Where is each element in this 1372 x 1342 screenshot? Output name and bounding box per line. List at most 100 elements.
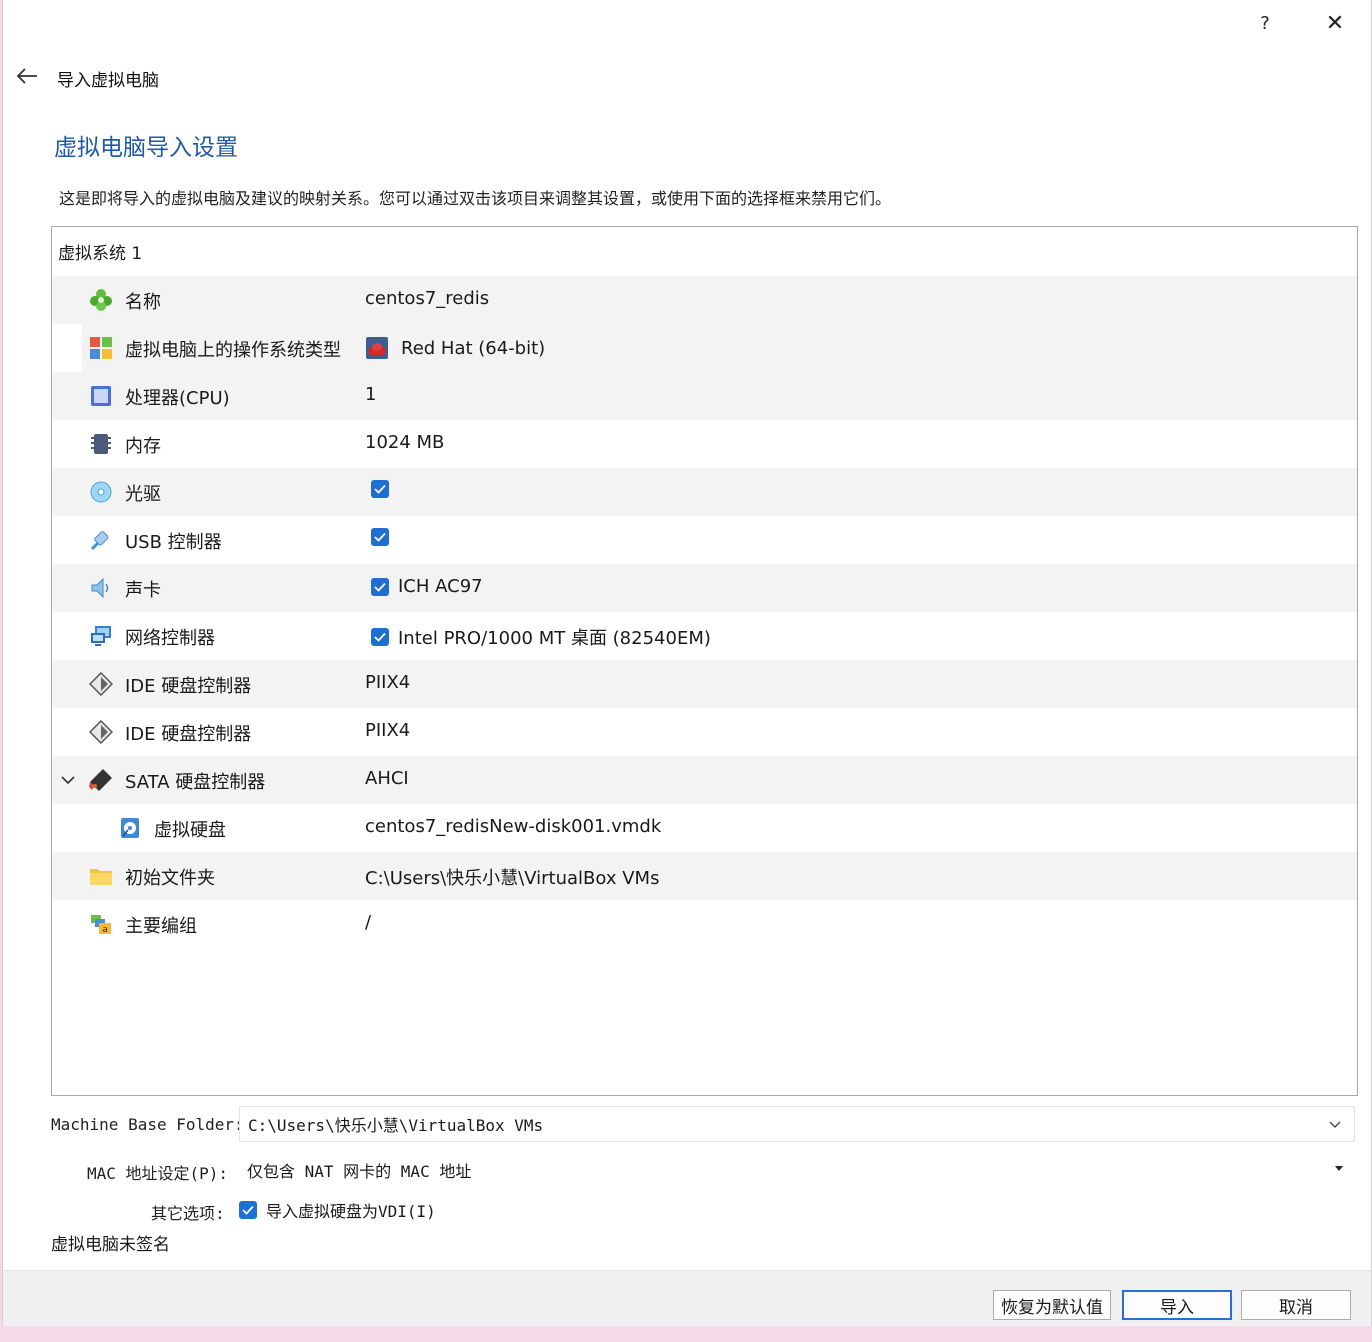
os-type-value: Red Hat (64-bit): [401, 337, 546, 359]
optical-drive-checkbox[interactable]: [371, 480, 389, 498]
virtual-disk-icon: [121, 818, 139, 838]
folder-icon: [90, 869, 112, 885]
tree-row-primary-group[interactable]: a 主要编组 /: [52, 900, 1357, 948]
tree-row-label: 名称: [125, 292, 161, 313]
back-arrow-icon: [16, 68, 37, 84]
tree-row-label: IDE 硬盘控制器: [125, 724, 252, 745]
unsigned-notice: 虚拟电脑未签名: [51, 1235, 170, 1255]
tree-row-label: 网络控制器: [125, 628, 215, 649]
tree-row-ide-controller[interactable]: IDE 硬盘控制器 PIIX4: [52, 708, 1357, 756]
sound-value: ICH AC97: [398, 576, 483, 597]
other-options-label: 其它选项:: [151, 1204, 225, 1223]
base-folder-combobox[interactable]: C:\Users\快乐小慧\VirtualBox VMs: [239, 1106, 1355, 1142]
tree-row-value: 1024 MB: [365, 432, 444, 453]
import-appliance-window: ? ✕ 导入虚拟电脑 虚拟电脑导入设置 这是即将导入的虚拟电脑及建议的映射关系。…: [2, 0, 1372, 1326]
close-button[interactable]: ✕: [1313, 6, 1357, 40]
button-bar: 恢复为默认值 导入 取消: [3, 1270, 1371, 1326]
import-as-vdi-label[interactable]: 导入虚拟硬盘为VDI(I): [266, 1198, 436, 1222]
tree-row-base-folder[interactable]: 初始文件夹 C:\Users\快乐小慧\VirtualBox VMs: [52, 852, 1357, 900]
dropdown-triangle-icon: [1335, 1166, 1343, 1171]
tree-row-label: 虚拟电脑上的操作系统类型: [125, 340, 341, 361]
tree-row-optical-drive[interactable]: 光驱: [52, 468, 1357, 516]
group-icon: a: [91, 915, 111, 935]
chevron-down-icon[interactable]: [60, 770, 76, 790]
tree-row-sound[interactable]: 声卡 ICH AC97: [52, 564, 1357, 612]
base-folder-value: C:\Users\快乐小慧\VirtualBox VMs: [248, 1116, 544, 1135]
close-icon: ✕: [1325, 10, 1345, 36]
tree-row-value: [371, 528, 398, 546]
cancel-button[interactable]: 取消: [1241, 1290, 1351, 1320]
network-value: Intel PRO/1000 MT 桌面 (82540EM): [398, 628, 711, 649]
appliance-settings-tree[interactable]: 虚拟系统 1 名称 centos7_redis 虚拟电脑上的操作系统类型 Red…: [51, 226, 1358, 1096]
tree-row-virtual-disk[interactable]: 虚拟硬盘 centos7_redisNew-disk001.vmdk: [52, 804, 1357, 852]
usb-checkbox[interactable]: [371, 528, 389, 546]
tree-row-value: C:\Users\快乐小慧\VirtualBox VMs: [365, 864, 659, 890]
tree-row-sata-controller[interactable]: SATA 硬盘控制器 AHCI: [52, 756, 1357, 804]
name-icon: [90, 289, 112, 311]
network-icon: [91, 626, 111, 646]
sound-icon: [91, 577, 109, 599]
page-heading: 虚拟电脑导入设置: [54, 135, 238, 161]
tree-row-value: PIIX4: [365, 672, 410, 693]
mac-policy-label: MAC 地址设定(P):: [87, 1164, 229, 1183]
tree-row-ide-controller[interactable]: IDE 硬盘控制器 PIIX4: [52, 660, 1357, 708]
name-value: centos7_redis: [365, 288, 490, 309]
tree-row-label: SATA 硬盘控制器: [125, 772, 266, 793]
tree-row-value: 1: [365, 384, 376, 405]
tree-row-label: 处理器(CPU): [125, 388, 230, 409]
help-icon: ?: [1260, 12, 1270, 34]
tree-row-label: 光驱: [125, 484, 161, 505]
mac-policy-combobox[interactable]: 仅包含 NAT 网卡的 MAC 地址: [239, 1152, 1355, 1188]
tree-row-network[interactable]: 网络控制器 Intel PRO/1000 MT 桌面 (82540EM): [52, 612, 1357, 660]
help-button[interactable]: ?: [1243, 6, 1287, 40]
memory-value: 1024 MB: [365, 432, 445, 453]
tree-row-value: /: [365, 912, 371, 933]
tree-row-memory[interactable]: 内存 1024 MB: [52, 420, 1357, 468]
tree-row-value: AHCI: [365, 768, 409, 789]
tree-root-label[interactable]: 虚拟系统 1: [58, 239, 142, 264]
ide-value: PIIX4: [365, 720, 411, 741]
cpu-icon: [91, 386, 111, 406]
red-hat-icon: [366, 337, 388, 359]
wizard-title: 导入虚拟电脑: [57, 71, 159, 91]
sata-controller-icon: [89, 769, 112, 791]
tree-row-value: Red Hat (64-bit): [365, 336, 545, 360]
import-as-vdi-checkbox[interactable]: [239, 1201, 257, 1219]
tree-row-label: 主要编组: [125, 916, 197, 937]
import-button[interactable]: 导入: [1122, 1290, 1232, 1320]
tree-row-name[interactable]: 名称 centos7_redis: [52, 276, 1357, 324]
tree-row-value: centos7_redisNew-disk001.vmdk: [365, 816, 661, 837]
memory-icon: [91, 434, 111, 454]
tree-row-usb[interactable]: USB 控制器: [52, 516, 1357, 564]
page-description: 这是即将导入的虚拟电脑及建议的映射关系。您可以通过双击该项目来调整其设置，或使用…: [59, 189, 892, 208]
tree-row-label: USB 控制器: [125, 532, 222, 553]
mac-policy-value: 仅包含 NAT 网卡的 MAC 地址: [247, 1162, 472, 1181]
sata-value: AHCI: [365, 768, 409, 789]
tree-row-value: Intel PRO/1000 MT 桌面 (82540EM): [371, 624, 711, 650]
cpu-value: 1: [365, 384, 377, 405]
os-type-icon: [90, 337, 112, 359]
tree-row-label: 虚拟硬盘: [154, 820, 226, 841]
tree-row-value: [371, 480, 398, 498]
tree-row-label: 声卡: [125, 580, 161, 601]
tree-row-cpu[interactable]: 处理器(CPU) 1: [52, 372, 1357, 420]
tree-row-os-type[interactable]: 虚拟电脑上的操作系统类型 Red Hat (64-bit): [52, 324, 1357, 372]
tree-row-value: PIIX4: [365, 720, 410, 741]
chevron-down-icon: [1329, 1121, 1341, 1128]
tree-row-label: 初始文件夹: [125, 868, 215, 889]
network-checkbox[interactable]: [371, 628, 389, 646]
optical-drive-icon: [90, 481, 112, 503]
ide-value: PIIX4: [365, 672, 411, 693]
ide-controller-icon: [89, 672, 113, 696]
svg-text:a: a: [102, 925, 108, 935]
tree-row-label: IDE 硬盘控制器: [125, 676, 252, 697]
ide-controller-icon: [89, 720, 113, 744]
sound-checkbox[interactable]: [371, 577, 389, 596]
usb-icon: [90, 531, 109, 551]
tree-row-value: ICH AC97: [371, 576, 483, 597]
import-as-vdi-option[interactable]: 导入虚拟硬盘为VDI(I): [239, 1198, 436, 1222]
restore-defaults-button[interactable]: 恢复为默认值: [993, 1290, 1111, 1320]
tree-row-value: centos7_redis: [365, 288, 489, 309]
back-button[interactable]: [9, 60, 45, 92]
base-folder-value: C:\Users\快乐小慧\VirtualBox VMs: [365, 868, 660, 889]
